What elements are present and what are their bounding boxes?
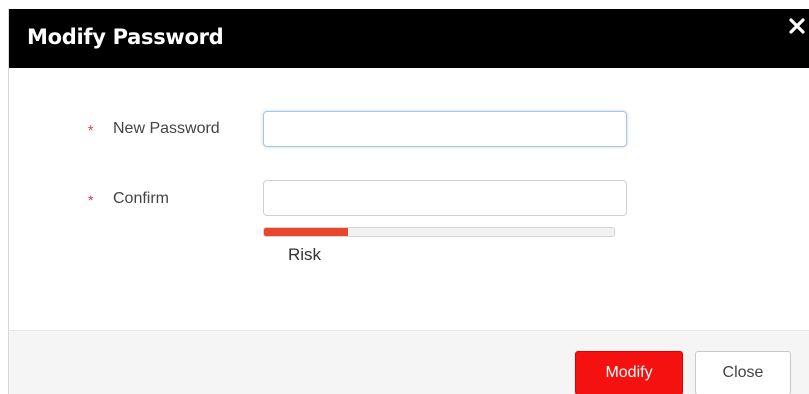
new-password-input[interactable] bbox=[263, 111, 627, 147]
close-button[interactable]: Close bbox=[695, 351, 791, 394]
new-password-required-mark: * bbox=[88, 122, 94, 138]
confirm-required-mark: * bbox=[88, 192, 94, 208]
dialog-title: Modify Password bbox=[27, 25, 224, 49]
dialog-header: Modify Password bbox=[9, 9, 809, 68]
new-password-label: New Password bbox=[113, 120, 220, 137]
password-strength-meter bbox=[263, 227, 615, 237]
close-icon[interactable] bbox=[788, 17, 806, 35]
password-strength-label: Risk bbox=[288, 245, 322, 264]
confirm-label: Confirm bbox=[113, 190, 170, 207]
password-strength-fill bbox=[264, 228, 348, 236]
modify-password-dialog: Modify Password * New Password * Confirm… bbox=[8, 9, 809, 394]
close-icon-glyph bbox=[789, 18, 805, 34]
dialog-footer: Modify Close bbox=[9, 330, 809, 394]
modify-button[interactable]: Modify bbox=[575, 351, 683, 394]
confirm-password-input[interactable] bbox=[263, 180, 627, 216]
